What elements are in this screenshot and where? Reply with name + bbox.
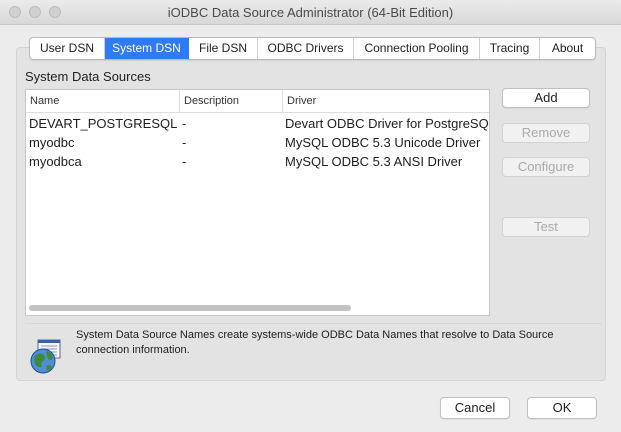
table-row[interactable]: myodbca - MySQL ODBC 5.3 ANSI Driver (26, 152, 489, 171)
table-row[interactable]: myodbc - MySQL ODBC 5.3 Unicode Driver (26, 133, 489, 152)
add-button[interactable]: Add (502, 88, 590, 108)
horizontal-scrollbar[interactable] (29, 305, 351, 311)
data-sources-table[interactable]: Name Description Driver DEVART_POSTGRESQ… (25, 89, 490, 316)
ok-button[interactable]: OK (527, 397, 597, 419)
tab-bar: User DSN System DSN File DSN ODBC Driver… (29, 37, 596, 60)
configure-button[interactable]: Configure (502, 157, 590, 177)
divider (25, 323, 602, 324)
info-description: System Data Source Names create systems-… (76, 329, 554, 356)
tab-tracing[interactable]: Tracing (480, 38, 540, 59)
row-description-cell: - (182, 135, 187, 150)
column-header-name[interactable]: Name (26, 90, 179, 112)
row-description-cell: - (182, 116, 187, 131)
column-header-driver[interactable]: Driver (282, 90, 489, 112)
row-description-cell: - (182, 154, 187, 169)
row-driver-cell: MySQL ODBC 5.3 ANSI Driver (285, 154, 463, 169)
tab-odbc-drivers[interactable]: ODBC Drivers (258, 38, 354, 59)
tab-file-dsn[interactable]: File DSN (189, 38, 258, 59)
test-button[interactable]: Test (502, 217, 590, 237)
row-driver-cell: Devart ODBC Driver for PostgreSQL (285, 116, 490, 131)
dsn-globe-icon (28, 339, 62, 375)
column-header-description[interactable]: Description (179, 90, 282, 112)
tab-about[interactable]: About (540, 38, 595, 59)
odbc-admin-window: iODBC Data Source Administrator (64-Bit … (0, 0, 621, 432)
row-driver-cell: MySQL ODBC 5.3 Unicode Driver (285, 135, 481, 150)
table-row[interactable]: DEVART_POSTGRESQL - Devart ODBC Driver f… (26, 114, 489, 133)
section-title: System Data Sources (25, 69, 151, 84)
title-bar: iODBC Data Source Administrator (64-Bit … (0, 0, 621, 25)
row-name-cell: myodbc (29, 135, 75, 150)
row-name-cell: DEVART_POSTGRESQL (29, 116, 178, 131)
tab-system-dsn[interactable]: System DSN (105, 38, 189, 59)
remove-button[interactable]: Remove (502, 123, 590, 143)
cancel-button[interactable]: Cancel (440, 397, 510, 419)
window-title: iODBC Data Source Administrator (64-Bit … (167, 5, 454, 20)
tab-user-dsn[interactable]: User DSN (30, 38, 105, 59)
table-header: Name Description Driver (26, 90, 489, 113)
row-name-cell: myodbca (29, 154, 82, 169)
tab-connection-pooling[interactable]: Connection Pooling (354, 38, 480, 59)
